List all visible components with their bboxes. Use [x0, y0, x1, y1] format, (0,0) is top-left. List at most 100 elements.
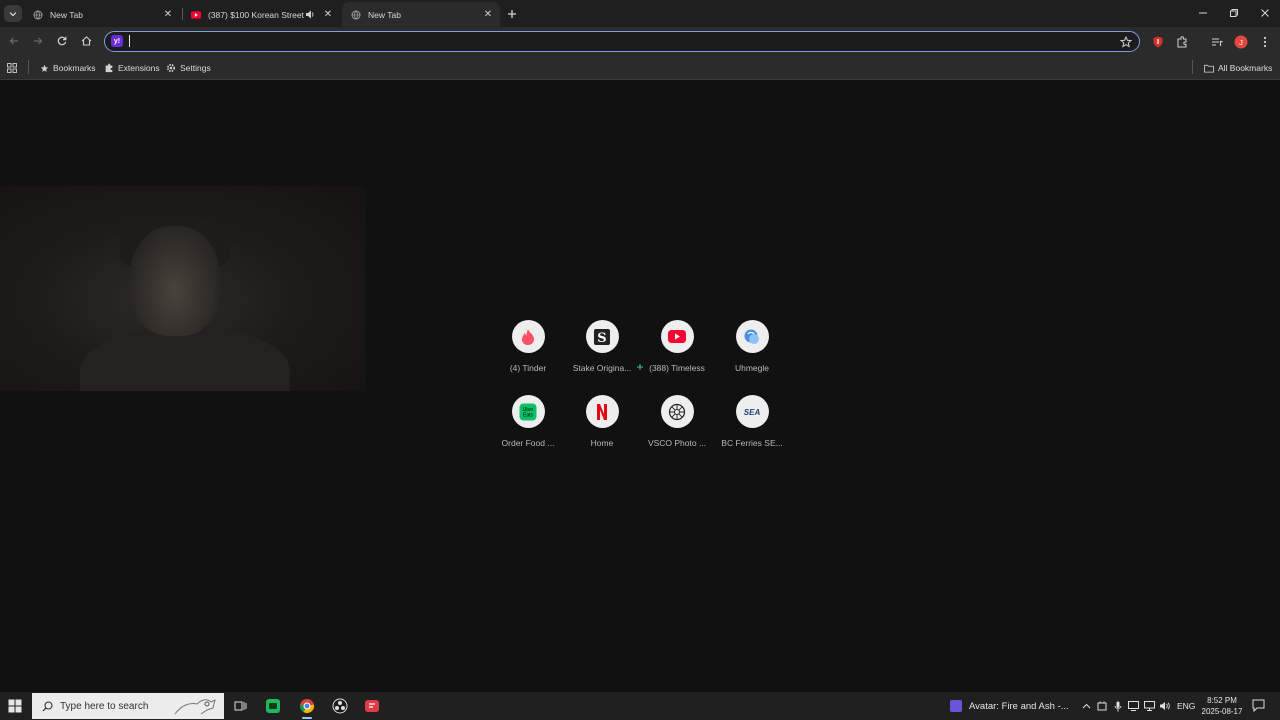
- device-icon[interactable]: [1096, 700, 1108, 712]
- bookmark-label: Settings: [180, 63, 211, 73]
- arrow-right-icon: [34, 37, 43, 45]
- volume-icon[interactable]: [1159, 700, 1171, 712]
- chevron-up-icon[interactable]: [1080, 700, 1092, 712]
- address-input[interactable]: [127, 34, 1107, 49]
- apps-grid-icon: [7, 63, 17, 73]
- close-icon[interactable]: ✕: [321, 8, 335, 22]
- clock-date: 2025-08-17: [1201, 707, 1243, 716]
- bookmark-bookmarks[interactable]: Bookmarks: [39, 60, 96, 76]
- notification-icon[interactable]: [1252, 699, 1266, 713]
- svg-text:J: J: [1239, 38, 1243, 47]
- shortcut-tinder[interactable]: (4) Tinder: [489, 320, 567, 386]
- back-button[interactable]: [6, 33, 22, 49]
- shortcut-label: BC Ferries SE...: [721, 438, 783, 448]
- windows-taskbar: Type here to search Avatar: Fire and Ash…: [0, 692, 1280, 720]
- bookmark-star-icon[interactable]: [1119, 35, 1133, 48]
- shortcut-bc-ferries[interactable]: SEA BC Ferries SE...: [713, 395, 791, 461]
- shortcut-stake[interactable]: S Stake Origina...: [563, 320, 641, 386]
- tab-new-tab-active[interactable]: New Tab ✕: [342, 2, 500, 27]
- gear-icon: [166, 63, 176, 73]
- yahoo-search-icon[interactable]: y!: [111, 35, 123, 47]
- reload-icon: [57, 36, 67, 46]
- shortcut-label: Home: [590, 438, 614, 448]
- svg-text:S: S: [597, 331, 606, 346]
- close-window-button[interactable]: [1256, 5, 1274, 21]
- tab-title: New Tab: [368, 9, 401, 20]
- apps-button[interactable]: [7, 60, 21, 76]
- close-icon[interactable]: ✕: [161, 8, 175, 22]
- bc-ferries-icon: SEA: [735, 395, 769, 428]
- svg-text:Eats: Eats: [523, 412, 534, 418]
- vsco-icon: [660, 395, 694, 428]
- shortcut-youtube[interactable]: (388) Timeless: [638, 320, 716, 386]
- forward-button[interactable]: [30, 33, 46, 49]
- tab-youtube[interactable]: (387) $100 Korean Street Fo ✕: [182, 2, 340, 27]
- media-control-icon[interactable]: [1209, 34, 1225, 50]
- tab-new-tab-1[interactable]: New Tab ✕: [24, 2, 180, 27]
- chrome-icon[interactable]: [297, 696, 317, 719]
- uber-eats-icon: Uber Eats: [511, 395, 545, 428]
- tinder-icon: [511, 320, 545, 353]
- youtube-icon: [191, 10, 201, 20]
- extension-shield-icon[interactable]: [1150, 34, 1166, 50]
- text-caret: [129, 35, 130, 47]
- system-clock[interactable]: 8:52 PM 2025-08-17: [1199, 695, 1245, 717]
- tab-title: New Tab: [50, 9, 83, 20]
- home-icon: [81, 36, 91, 46]
- profile-avatar[interactable]: J: [1233, 34, 1249, 50]
- speaker-icon[interactable]: [305, 10, 317, 19]
- display-icon[interactable]: [1127, 700, 1139, 712]
- shortcut-uhmegle[interactable]: Uhmegle: [713, 320, 791, 386]
- minimize-icon: [1199, 12, 1207, 14]
- move-cursor-icon: [637, 357, 643, 370]
- taskbar-search-box[interactable]: Type here to search: [32, 693, 224, 719]
- more-menu-icon[interactable]: [1257, 34, 1273, 50]
- shortcut-label: (4) Tinder: [509, 363, 547, 373]
- shortcut-label: Order Food ...: [501, 438, 555, 448]
- puzzle-icon: [104, 63, 114, 73]
- shortcut-vsco[interactable]: VSCO Photo ...: [638, 395, 716, 461]
- globe-icon: [351, 10, 361, 20]
- close-icon[interactable]: ✕: [481, 8, 495, 22]
- spotify-like-app-icon[interactable]: [263, 696, 283, 716]
- bookmark-label: Bookmarks: [53, 63, 96, 73]
- restore-icon: [1230, 9, 1238, 17]
- shortcut-label: VSCO Photo ...: [647, 438, 707, 448]
- search-icon: [40, 699, 54, 713]
- media-widget[interactable]: Avatar: Fire and Ash -...: [950, 698, 1069, 714]
- webcam-person-face: [130, 226, 220, 336]
- new-tab-button[interactable]: [504, 6, 520, 22]
- address-bar[interactable]: y!: [104, 31, 1140, 52]
- shortcut-label: (388) Timeless: [649, 363, 705, 373]
- globe-icon: [33, 10, 43, 20]
- windows-start-icon[interactable]: [8, 699, 22, 713]
- bookmark-label: Extensions: [118, 63, 160, 73]
- language-indicator[interactable]: ENG: [1177, 701, 1195, 711]
- minimize-button[interactable]: [1194, 5, 1212, 21]
- star-icon: [39, 63, 49, 73]
- extensions-puzzle-icon[interactable]: [1174, 34, 1190, 50]
- all-bookmarks-button[interactable]: All Bookmarks: [1204, 60, 1272, 76]
- red-app-icon[interactable]: [362, 696, 382, 716]
- network-icon[interactable]: [1143, 700, 1155, 712]
- tab-search-button[interactable]: [4, 5, 22, 22]
- restore-button[interactable]: [1225, 5, 1243, 21]
- shortcut-netflix[interactable]: Home: [563, 395, 641, 461]
- bookmark-settings[interactable]: Settings: [166, 60, 211, 76]
- media-title: Avatar: Fire and Ash -...: [969, 700, 1069, 712]
- arrow-left-icon: [9, 37, 18, 45]
- microphone-icon[interactable]: [1112, 700, 1124, 712]
- close-icon: [1261, 9, 1269, 17]
- bookmarks-bar: Bookmarks Extensions Settings All Bookma…: [0, 56, 1280, 80]
- task-view-icon[interactable]: [230, 696, 250, 716]
- youtube-icon: [660, 320, 694, 353]
- shortcut-uber-eats[interactable]: Uber Eats Order Food ...: [489, 395, 567, 461]
- obs-studio-icon[interactable]: [330, 696, 350, 716]
- reload-button[interactable]: [54, 33, 70, 49]
- bookmark-separator: [1192, 60, 1193, 74]
- svg-text:SEA: SEA: [744, 408, 761, 417]
- uhmegle-icon: [735, 320, 769, 353]
- bookmark-extensions[interactable]: Extensions: [104, 60, 160, 76]
- netflix-icon: [585, 395, 619, 428]
- home-button[interactable]: [78, 33, 94, 49]
